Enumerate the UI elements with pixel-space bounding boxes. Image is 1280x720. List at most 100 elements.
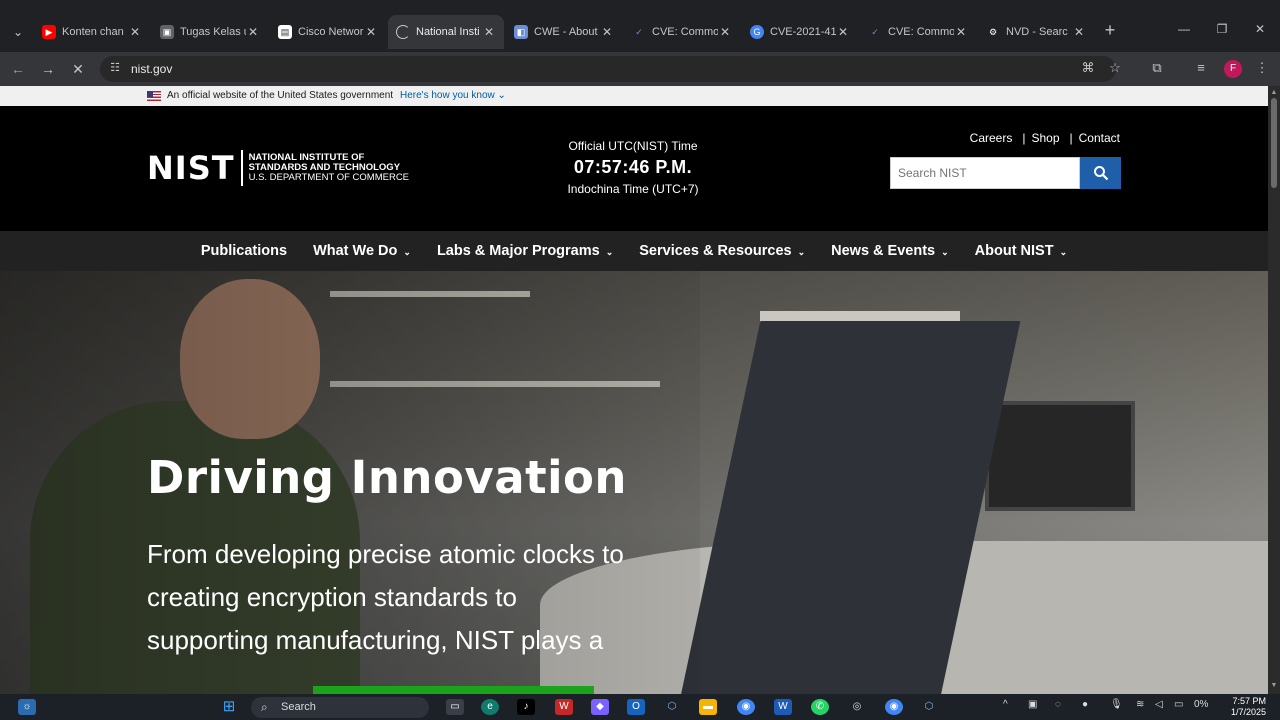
- whatsapp-icon[interactable]: ✆: [811, 699, 829, 715]
- tab-title: CWE - About: [534, 26, 598, 38]
- widgets-icon[interactable]: ☼: [18, 699, 36, 715]
- tab-3[interactable]: National Insti ✕: [388, 15, 504, 49]
- tab-1[interactable]: ▣ Tugas Kelas u ✕: [152, 18, 268, 46]
- nav-services-resources[interactable]: Services & Resources ⌄: [639, 243, 805, 259]
- taskbar-search[interactable]: ⌕ Search: [251, 697, 429, 718]
- search-icon: [1093, 166, 1108, 181]
- tray-app-icon[interactable]: ▣: [1028, 699, 1037, 710]
- close-tab-icon[interactable]: ✕: [128, 25, 142, 39]
- start-windows-icon[interactable]: ⊞: [220, 699, 238, 715]
- edge-icon[interactable]: e: [481, 699, 499, 715]
- lab-monitor: [985, 401, 1135, 511]
- stop-loading-icon[interactable]: ✕: [68, 59, 88, 79]
- close-tab-icon[interactable]: ✕: [718, 25, 732, 39]
- youtube-icon: ▶: [42, 25, 56, 39]
- cube-app-icon[interactable]: ⬡: [663, 699, 681, 715]
- tiktok-icon[interactable]: ♪: [517, 699, 535, 715]
- media-controls-icon[interactable]: ≡: [1192, 60, 1210, 75]
- tab-5[interactable]: ✓ CVE: Commo ✕: [624, 18, 740, 46]
- close-tab-icon[interactable]: ✕: [364, 25, 378, 39]
- cve-icon: ✓: [635, 26, 643, 37]
- logo-wordmark: NATIONAL INSTITUTE OF STANDARDS AND TECH…: [248, 152, 410, 183]
- tray-app-icon[interactable]: ●: [1082, 699, 1088, 710]
- close-tab-icon[interactable]: ✕: [246, 25, 260, 39]
- extensions-icon[interactable]: ⧉: [1148, 60, 1166, 76]
- tab-title: Konten chan: [62, 26, 124, 38]
- tab-0[interactable]: ▶ Konten chan ✕: [34, 18, 150, 46]
- heres-how-you-know-link[interactable]: Here's how you know ⌄: [400, 90, 506, 101]
- microphone-icon[interactable]: 🎙: [1110, 699, 1123, 710]
- tab-8[interactable]: ⚙ NVD - Searc ✕: [978, 18, 1094, 46]
- scrollbar-thumb[interactable]: [1271, 98, 1277, 188]
- nav-labs-major-programs[interactable]: Labs & Major Programs ⌄: [437, 243, 613, 259]
- profile-avatar[interactable]: F: [1224, 60, 1242, 78]
- contact-link[interactable]: Contact: [1073, 131, 1120, 145]
- scroll-down-icon[interactable]: ▼: [1270, 682, 1278, 689]
- search-button[interactable]: [1080, 157, 1121, 189]
- github-icon[interactable]: ◎: [848, 699, 866, 715]
- shop-link[interactable]: Shop: [1025, 131, 1059, 145]
- copilot-icon[interactable]: ◆: [591, 699, 609, 715]
- minimize-icon[interactable]: —: [1174, 22, 1194, 36]
- close-tab-icon[interactable]: ✕: [954, 25, 968, 39]
- main-nav: Publications What We Do ⌄ Labs & Major Pr…: [0, 231, 1268, 271]
- virtualbox-icon[interactable]: ⬡: [920, 699, 938, 715]
- outlook-icon[interactable]: O: [627, 699, 645, 715]
- task-view-icon[interactable]: ▭: [446, 699, 464, 715]
- cisco-icon: ▤: [278, 25, 292, 39]
- chevron-down-icon: ⌄: [797, 247, 806, 257]
- tab-title: Tugas Kelas u: [180, 26, 246, 38]
- tab-6[interactable]: G CVE-2021-41 ✕: [742, 18, 858, 46]
- divider: |: [1022, 131, 1026, 145]
- tab-search-icon[interactable]: ⌄: [8, 22, 28, 42]
- clock[interactable]: 7:57 PM 1/7/2025: [1222, 696, 1266, 718]
- bookmark-star-icon[interactable]: ☆: [1106, 60, 1124, 76]
- nav-publications[interactable]: Publications: [201, 243, 287, 259]
- cwe-icon: ◧: [514, 25, 528, 39]
- close-tab-icon[interactable]: ✕: [836, 25, 850, 39]
- scroll-up-icon[interactable]: ▲: [1270, 89, 1278, 96]
- close-window-icon[interactable]: ✕: [1250, 22, 1270, 36]
- wps-icon[interactable]: W: [555, 699, 573, 715]
- tab-4[interactable]: ◧ CWE - About ✕: [506, 18, 622, 46]
- chevron-down-icon: ⌄: [497, 90, 506, 101]
- wifi-icon[interactable]: ≋: [1136, 699, 1144, 710]
- hero-cta-button[interactable]: [313, 686, 594, 694]
- new-tab-icon[interactable]: +: [1100, 20, 1120, 41]
- show-hidden-icons-icon[interactable]: ^: [1003, 699, 1008, 710]
- site-info-icon[interactable]: ☷: [108, 61, 122, 75]
- nist-logo[interactable]: NIST NATIONAL INSTITUTE OF STANDARDS AND…: [147, 150, 409, 186]
- forward-icon[interactable]: →: [38, 59, 58, 79]
- clock-time: 07:57:46 P.M.: [573, 157, 693, 177]
- chevron-down-icon: ⌄: [605, 247, 614, 257]
- tab-7[interactable]: ✓ CVE: Commo ✕: [860, 18, 976, 46]
- back-icon[interactable]: ←: [8, 59, 28, 79]
- more-menu-icon[interactable]: ⋮: [1253, 60, 1271, 76]
- volume-icon[interactable]: ◁: [1155, 699, 1163, 710]
- address-bar[interactable]: ☷ nist.gov: [100, 56, 1116, 82]
- tab-2[interactable]: ▤ Cisco Networ ✕: [270, 18, 386, 46]
- tray-app-icon[interactable]: ◌: [1055, 699, 1061, 710]
- battery-icon[interactable]: ▭: [1174, 699, 1183, 710]
- word-icon[interactable]: W: [774, 699, 792, 715]
- nav-about-nist[interactable]: About NIST ⌄: [975, 243, 1067, 259]
- close-tab-icon[interactable]: ✕: [600, 25, 614, 39]
- chrome-profile-icon[interactable]: ◉: [885, 699, 903, 715]
- careers-link[interactable]: Careers: [960, 131, 1013, 145]
- translate-icon[interactable]: ⌘: [1079, 60, 1097, 76]
- nav-news-events[interactable]: News & Events ⌄: [831, 243, 949, 259]
- search-input[interactable]: [890, 157, 1080, 189]
- chrome-icon[interactable]: ◉: [737, 699, 755, 715]
- file-explorer-icon[interactable]: ▬: [699, 699, 717, 715]
- close-tab-icon[interactable]: ✕: [1072, 25, 1086, 39]
- nav-what-we-do[interactable]: What We Do ⌄: [313, 243, 411, 259]
- tab-title: Cisco Networ: [298, 26, 364, 38]
- restore-icon[interactable]: ❐: [1212, 22, 1232, 36]
- page-scrollbar[interactable]: ▲ ▼: [1268, 86, 1280, 694]
- hero-title: Driving Innovation: [147, 451, 627, 504]
- close-tab-icon[interactable]: ✕: [482, 25, 496, 39]
- hero-body: From developing precise atomic clocks to…: [147, 539, 624, 655]
- url-text: nist.gov: [131, 62, 173, 76]
- tab-title: CVE: Commo: [888, 26, 954, 38]
- official-time-widget[interactable]: Official UTC(NIST) Time 07:57:46 P.M. In…: [520, 139, 746, 196]
